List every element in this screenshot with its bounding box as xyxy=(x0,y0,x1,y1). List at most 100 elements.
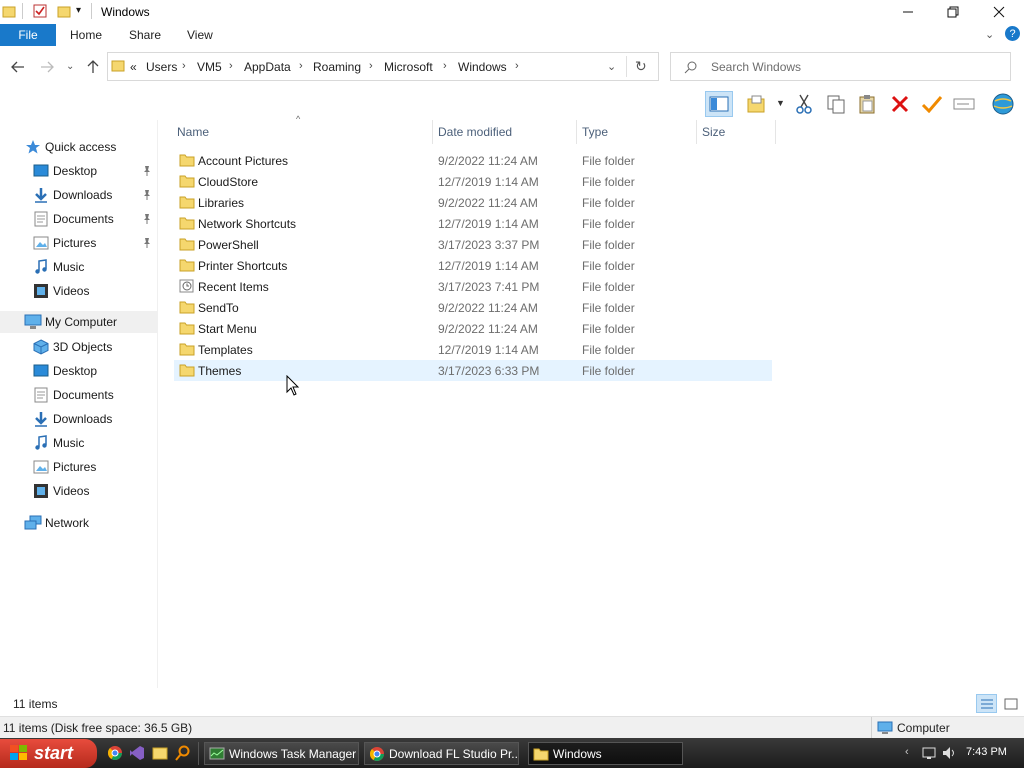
network-tray-icon[interactable] xyxy=(922,745,940,764)
file-row[interactable]: Themes 3/17/2023 6:33 PM File folder xyxy=(174,360,772,381)
customize-toolbar-chevron-icon[interactable]: ▾ xyxy=(76,5,81,16)
file-row[interactable]: CloudStore 12/7/2019 1:14 AM File folder xyxy=(174,171,772,192)
search-taskbar-icon[interactable] xyxy=(175,745,191,764)
volume-icon[interactable] xyxy=(941,745,957,764)
breadcrumb-chevron-icon[interactable]: › xyxy=(229,60,233,72)
recent-locations-chevron-icon[interactable]: ⌄ xyxy=(66,61,74,72)
breadcrumb-microsoft[interactable]: Microsoft xyxy=(384,60,433,74)
nav-network[interactable]: Network xyxy=(0,512,157,534)
breadcrumb-overflow[interactable]: « xyxy=(130,60,137,74)
column-divider[interactable] xyxy=(576,120,577,144)
nav-computer-item[interactable]: 3D Objects xyxy=(0,336,157,358)
file-row[interactable]: Start Menu 9/2/2022 11:24 AM File folder xyxy=(174,318,772,339)
file-row[interactable]: Libraries 9/2/2022 11:24 AM File folder xyxy=(174,192,772,213)
rename-button[interactable] xyxy=(950,91,978,117)
pin-icon[interactable] xyxy=(142,237,152,252)
column-header-type[interactable]: Type xyxy=(582,125,608,139)
column-divider[interactable] xyxy=(696,120,697,144)
nav-computer-item[interactable]: Pictures xyxy=(0,456,157,478)
nav-quick-item[interactable]: Videos xyxy=(0,280,157,302)
file-row[interactable]: Account Pictures 9/2/2022 11:24 AM File … xyxy=(174,150,772,171)
pin-icon[interactable] xyxy=(142,165,152,180)
nav-computer-item[interactable]: Downloads xyxy=(0,408,157,430)
breadcrumb-chevron-icon[interactable]: › xyxy=(443,60,447,72)
pin-icon[interactable] xyxy=(142,189,152,204)
large-icons-view-button[interactable] xyxy=(1000,694,1021,713)
back-button[interactable] xyxy=(8,57,28,77)
close-button[interactable] xyxy=(976,0,1022,24)
column-divider[interactable] xyxy=(775,120,776,144)
nav-quick-item[interactable]: Desktop xyxy=(0,160,157,182)
paste-button[interactable] xyxy=(854,91,882,117)
tab-view[interactable]: View xyxy=(187,28,213,42)
breadcrumb-chevron-icon[interactable]: › xyxy=(515,60,519,72)
large-icons-view-icon xyxy=(1004,698,1017,709)
nav-quick-access[interactable]: Quick access xyxy=(0,136,157,158)
taskbar-task-button[interactable]: Download FL Studio Pr... xyxy=(364,742,519,765)
nav-quick-item[interactable]: Pictures xyxy=(0,232,157,254)
expand-ribbon-chevron-icon[interactable]: ⌄ xyxy=(985,28,994,41)
breadcrumb-vm5[interactable]: VM5 xyxy=(197,60,222,74)
breadcrumb-roaming[interactable]: Roaming xyxy=(313,60,361,74)
column-header-name[interactable]: Name xyxy=(177,125,209,139)
tray-expand-chevron-icon[interactable]: ‹ xyxy=(905,746,909,758)
taskbar-clock[interactable]: 7:43 PM xyxy=(966,746,1007,758)
view-options-chevron-icon[interactable]: ▼ xyxy=(776,98,785,108)
tab-file[interactable]: File xyxy=(0,24,56,46)
nav-quick-item[interactable]: Downloads xyxy=(0,184,157,206)
nav-computer-item[interactable]: Desktop xyxy=(0,360,157,382)
taskbar-task-button[interactable]: Windows Task Manager xyxy=(204,742,359,765)
web-globe-button[interactable] xyxy=(989,91,1017,117)
breadcrumb-chevron-icon[interactable]: › xyxy=(299,60,303,72)
recent-items-icon xyxy=(179,278,195,297)
new-folder-icon[interactable] xyxy=(57,4,71,18)
file-row[interactable]: PowerShell 3/17/2023 3:37 PM File folder xyxy=(174,234,772,255)
file-row[interactable]: Printer Shortcuts 12/7/2019 1:14 AM File… xyxy=(174,255,772,276)
taskbar-task-button[interactable]: Windows xyxy=(528,742,683,765)
nav-computer-item[interactable]: Documents xyxy=(0,384,157,406)
file-row[interactable]: Recent Items 3/17/2023 7:41 PM File fold… xyxy=(174,276,772,297)
nav-computer-item[interactable]: Music xyxy=(0,432,157,454)
column-header-date[interactable]: Date modified xyxy=(438,125,512,139)
minimize-button[interactable] xyxy=(885,0,931,24)
pane-divider[interactable] xyxy=(157,120,158,688)
tab-home[interactable]: Home xyxy=(70,28,102,42)
help-icon[interactable]: ? xyxy=(1005,26,1020,41)
restore-button[interactable] xyxy=(930,0,976,24)
globe-icon xyxy=(992,93,1014,115)
breadcrumb-users[interactable]: Users xyxy=(146,60,177,74)
file-row[interactable]: Network Shortcuts 12/7/2019 1:14 AM File… xyxy=(174,213,772,234)
breadcrumb-appdata[interactable]: AppData xyxy=(244,60,291,74)
delete-button[interactable] xyxy=(886,91,914,117)
file-row[interactable]: SendTo 9/2/2022 11:24 AM File folder xyxy=(174,297,772,318)
properties-icon[interactable] xyxy=(33,4,47,18)
tab-share[interactable]: Share xyxy=(129,28,161,42)
nav-quick-item[interactable]: Documents xyxy=(0,208,157,230)
confirm-button[interactable] xyxy=(918,91,946,117)
view-options-button[interactable] xyxy=(743,91,771,117)
address-bar[interactable] xyxy=(107,52,659,81)
nav-computer-item[interactable]: Videos xyxy=(0,480,157,502)
file-explorer-icon[interactable] xyxy=(152,745,168,764)
preview-pane-button[interactable] xyxy=(705,91,733,117)
visual-studio-icon[interactable] xyxy=(129,745,145,764)
search-input[interactable]: Search Windows xyxy=(711,60,801,74)
copy-button[interactable] xyxy=(822,91,850,117)
details-view-button[interactable] xyxy=(976,694,997,713)
nav-my-computer[interactable]: My Computer xyxy=(0,311,157,333)
breadcrumb-chevron-icon[interactable]: › xyxy=(182,60,186,72)
address-history-chevron-icon[interactable]: ⌄ xyxy=(607,60,616,73)
nav-quick-item[interactable]: Music xyxy=(0,256,157,278)
column-header-size[interactable]: Size xyxy=(702,125,725,139)
cut-button[interactable] xyxy=(790,91,818,117)
breadcrumb-chevron-icon[interactable]: › xyxy=(369,60,373,72)
column-divider[interactable] xyxy=(432,120,433,144)
file-row[interactable]: Templates 12/7/2019 1:14 AM File folder xyxy=(174,339,772,360)
forward-button[interactable] xyxy=(37,57,57,77)
refresh-icon[interactable]: ↻ xyxy=(635,58,647,75)
mouse-cursor-icon xyxy=(286,374,300,400)
pin-icon[interactable] xyxy=(142,213,152,228)
breadcrumb-windows[interactable]: Windows xyxy=(458,60,507,74)
chrome-icon[interactable] xyxy=(107,745,123,764)
up-button[interactable] xyxy=(83,57,103,77)
